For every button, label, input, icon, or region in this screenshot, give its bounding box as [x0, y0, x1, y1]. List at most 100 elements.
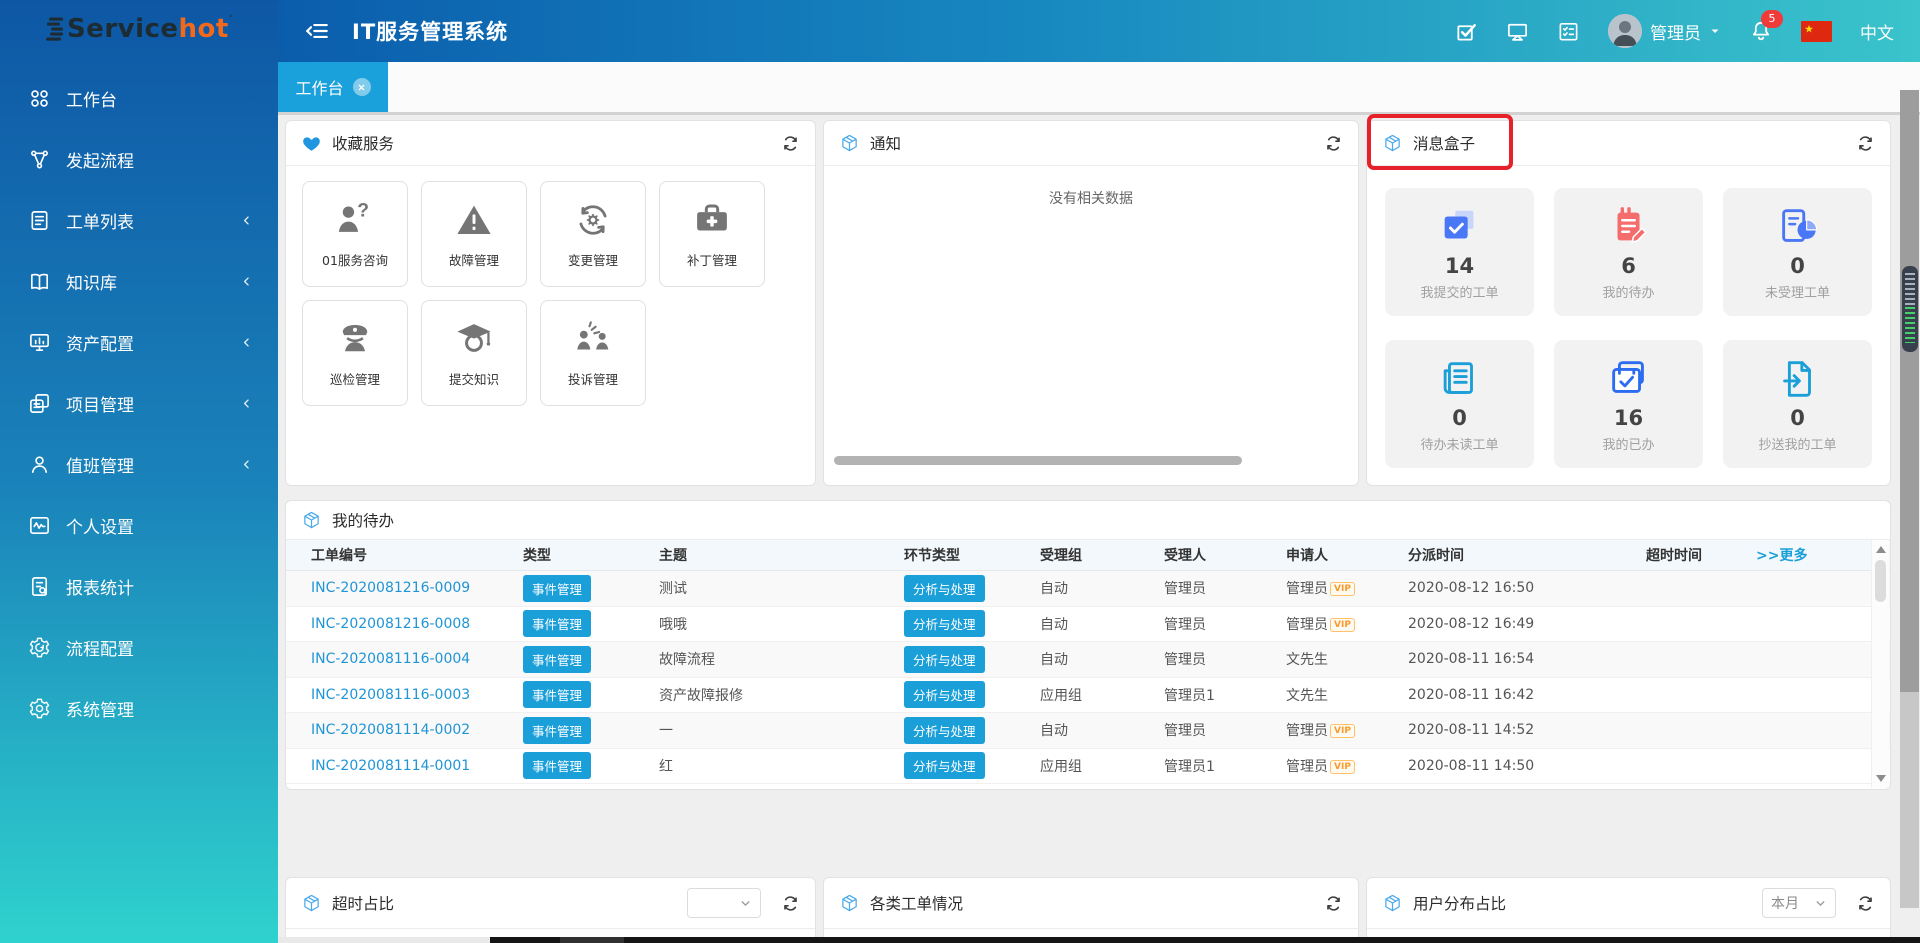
flow-icon — [28, 148, 51, 171]
flag-cn-icon[interactable] — [1801, 21, 1832, 42]
grid-icon — [28, 87, 51, 110]
assigned-time-cell: 2020-08-11 16:54 — [1408, 651, 1646, 667]
table-row: INC-2020081216-0008 事件管理 哦哦 分析与处理 自动 管理员… — [286, 607, 1890, 643]
sidebar-item-docs[interactable]: 项目管理 — [0, 373, 278, 434]
favorite-service-tile[interactable]: 变更管理 — [540, 181, 646, 287]
sidebar-item-list[interactable]: 工单列表 — [0, 190, 278, 251]
more-link[interactable]: >>更多 — [1756, 548, 1807, 564]
favorite-service-tile[interactable]: 故障管理 — [421, 181, 527, 287]
refresh-icon[interactable] — [781, 894, 800, 913]
sidebar-menu: 工作台 发起流程 工单列表 知识库 资产配置 项目管理 — [0, 58, 278, 739]
type-badge: 事件管理 — [523, 752, 591, 779]
message-stat-tile[interactable]: 0 待办未读工单 — [1385, 340, 1534, 468]
sidebar-item-grid[interactable]: 工作台 — [0, 68, 278, 129]
complaint-icon — [572, 318, 614, 360]
panel-head: 超时占比 — [286, 878, 815, 929]
ticket-id-link[interactable]: INC-2020081116-0004 — [311, 651, 470, 667]
table-row: INC-2020081114-0002 事件管理 一 分析与处理 自动 管理员 … — [286, 713, 1890, 749]
sidebar-item-person[interactable]: 值班管理 — [0, 434, 278, 495]
stage-badge: 分析与处理 — [904, 752, 985, 779]
language-switch[interactable]: 中文 — [1860, 19, 1894, 44]
sidebar-item-gear[interactable]: 系统管理 — [0, 678, 278, 739]
assigned-time-cell: 2020-08-11 16:42 — [1408, 687, 1646, 703]
chevron-left-icon — [239, 213, 254, 228]
refresh-icon[interactable] — [1324, 134, 1343, 153]
ticket-id-link[interactable]: INC-2020081114-0001 — [311, 758, 470, 774]
folder-check-icon — [1437, 204, 1483, 250]
stage-badge: 分析与处理 — [904, 575, 985, 602]
refresh-icon[interactable] — [1856, 134, 1875, 153]
tab-workbench[interactable]: 工作台 — [278, 62, 388, 112]
cube-icon — [1382, 133, 1403, 154]
panel-head: 用户分布占比 本月 — [1367, 878, 1890, 929]
refresh-icon[interactable] — [781, 134, 800, 153]
monitor-cast-icon[interactable] — [1506, 20, 1529, 43]
favorite-service-tile[interactable]: 补丁管理 — [659, 181, 765, 287]
ticket-id-link[interactable]: INC-2020081114-0002 — [311, 722, 470, 738]
favorite-tile-label: 补丁管理 — [687, 250, 737, 269]
cube-icon — [839, 893, 860, 914]
sidebar-item-asset[interactable]: 资产配置 — [0, 312, 278, 373]
message-stat-tile[interactable]: 16 我的已办 — [1554, 340, 1703, 468]
scroll-down-icon[interactable] — [1876, 775, 1886, 782]
scroll-up-icon[interactable] — [1876, 546, 1886, 553]
gear-icon — [28, 697, 51, 720]
vip-badge: VIP — [1330, 760, 1355, 774]
stage-badge: 分析与处理 — [904, 717, 985, 744]
type-badge: 事件管理 — [523, 681, 591, 708]
sidebar-item-flow[interactable]: 发起流程 — [0, 129, 278, 190]
ticket-id-link[interactable]: INC-2020081216-0008 — [311, 616, 470, 632]
message-stat-tile[interactable]: 0 抄送我的工单 — [1723, 340, 1872, 468]
handler-cell: 管理员 — [1164, 614, 1286, 634]
avatar[interactable] — [1608, 14, 1642, 48]
refresh-icon[interactable] — [1324, 894, 1343, 913]
message-stat-tile[interactable]: 6 我的待办 — [1554, 188, 1703, 316]
sidebar-item-label: 工单列表 — [66, 208, 134, 233]
panel-title: 用户分布占比 — [1413, 892, 1506, 914]
refresh-icon[interactable] — [1856, 894, 1875, 913]
approval-check-icon[interactable] — [1455, 20, 1478, 43]
empty-data-text: 没有相关数据 — [824, 166, 1358, 208]
ticket-id-link[interactable]: INC-2020081116-0003 — [311, 687, 470, 703]
favorite-service-tile[interactable]: ? 01服务咨询 — [302, 181, 408, 287]
period-select[interactable] — [687, 888, 761, 918]
favorite-service-tile[interactable]: 投诉管理 — [540, 300, 646, 406]
period-select[interactable]: 本月 — [1762, 888, 1836, 918]
table-scrollbar-thumb[interactable] — [1875, 560, 1886, 602]
favorite-service-tile[interactable]: 巡检管理 — [302, 300, 408, 406]
ticket-id-link[interactable]: INC-2020081216-0009 — [311, 580, 470, 596]
sidebar-item-report[interactable]: 报表统计 — [0, 556, 278, 617]
subject-cell: 测试 — [659, 578, 904, 598]
page-scrollbar-thumb[interactable] — [1902, 266, 1918, 352]
panel-title: 我的待办 — [332, 509, 394, 531]
assigned-time-cell: 2020-08-12 16:49 — [1408, 616, 1646, 632]
panel-head: 各类工单情况 — [824, 878, 1358, 929]
collapse-sidebar-icon[interactable] — [304, 18, 330, 44]
notification-count-badge: 5 — [1761, 10, 1783, 28]
report-icon — [28, 575, 51, 598]
notifications-bell[interactable]: 5 — [1749, 19, 1773, 43]
knowledge-icon — [453, 318, 495, 360]
message-stat-tile[interactable]: 0 未受理工单 — [1723, 188, 1872, 316]
tab-close-icon[interactable] — [353, 78, 371, 96]
panel-title: 消息盒子 — [1413, 132, 1475, 154]
chevron-left-icon — [239, 274, 254, 289]
group-cell: 应用组 — [1040, 756, 1164, 776]
favorite-service-tile[interactable]: 提交知识 — [421, 300, 527, 406]
panel-notice: 通知 没有相关数据 — [823, 120, 1359, 486]
task-list-icon[interactable] — [1557, 20, 1580, 43]
panel-overtime-ratio: 超时占比 — [285, 877, 816, 943]
message-stat-tile[interactable]: 14 我提交的工单 — [1385, 188, 1534, 316]
horizontal-scrollbar-thumb[interactable] — [834, 456, 1242, 465]
table-body: INC-2020081216-0009 事件管理 测试 分析与处理 自动 管理员… — [286, 571, 1890, 784]
sidebar-item-pulse[interactable]: 个人设置 — [0, 495, 278, 556]
news-icon — [1437, 356, 1483, 402]
user-menu[interactable]: 管理员 — [1608, 14, 1721, 48]
calendar-check-icon — [1606, 356, 1652, 402]
sidebar-item-gearflow[interactable]: 流程配置 — [0, 617, 278, 678]
stage-badge: 分析与处理 — [904, 646, 985, 673]
book-icon — [28, 270, 51, 293]
message-tile-label: 未受理工单 — [1765, 282, 1830, 301]
sidebar-item-book[interactable]: 知识库 — [0, 251, 278, 312]
type-badge: 事件管理 — [523, 575, 591, 602]
